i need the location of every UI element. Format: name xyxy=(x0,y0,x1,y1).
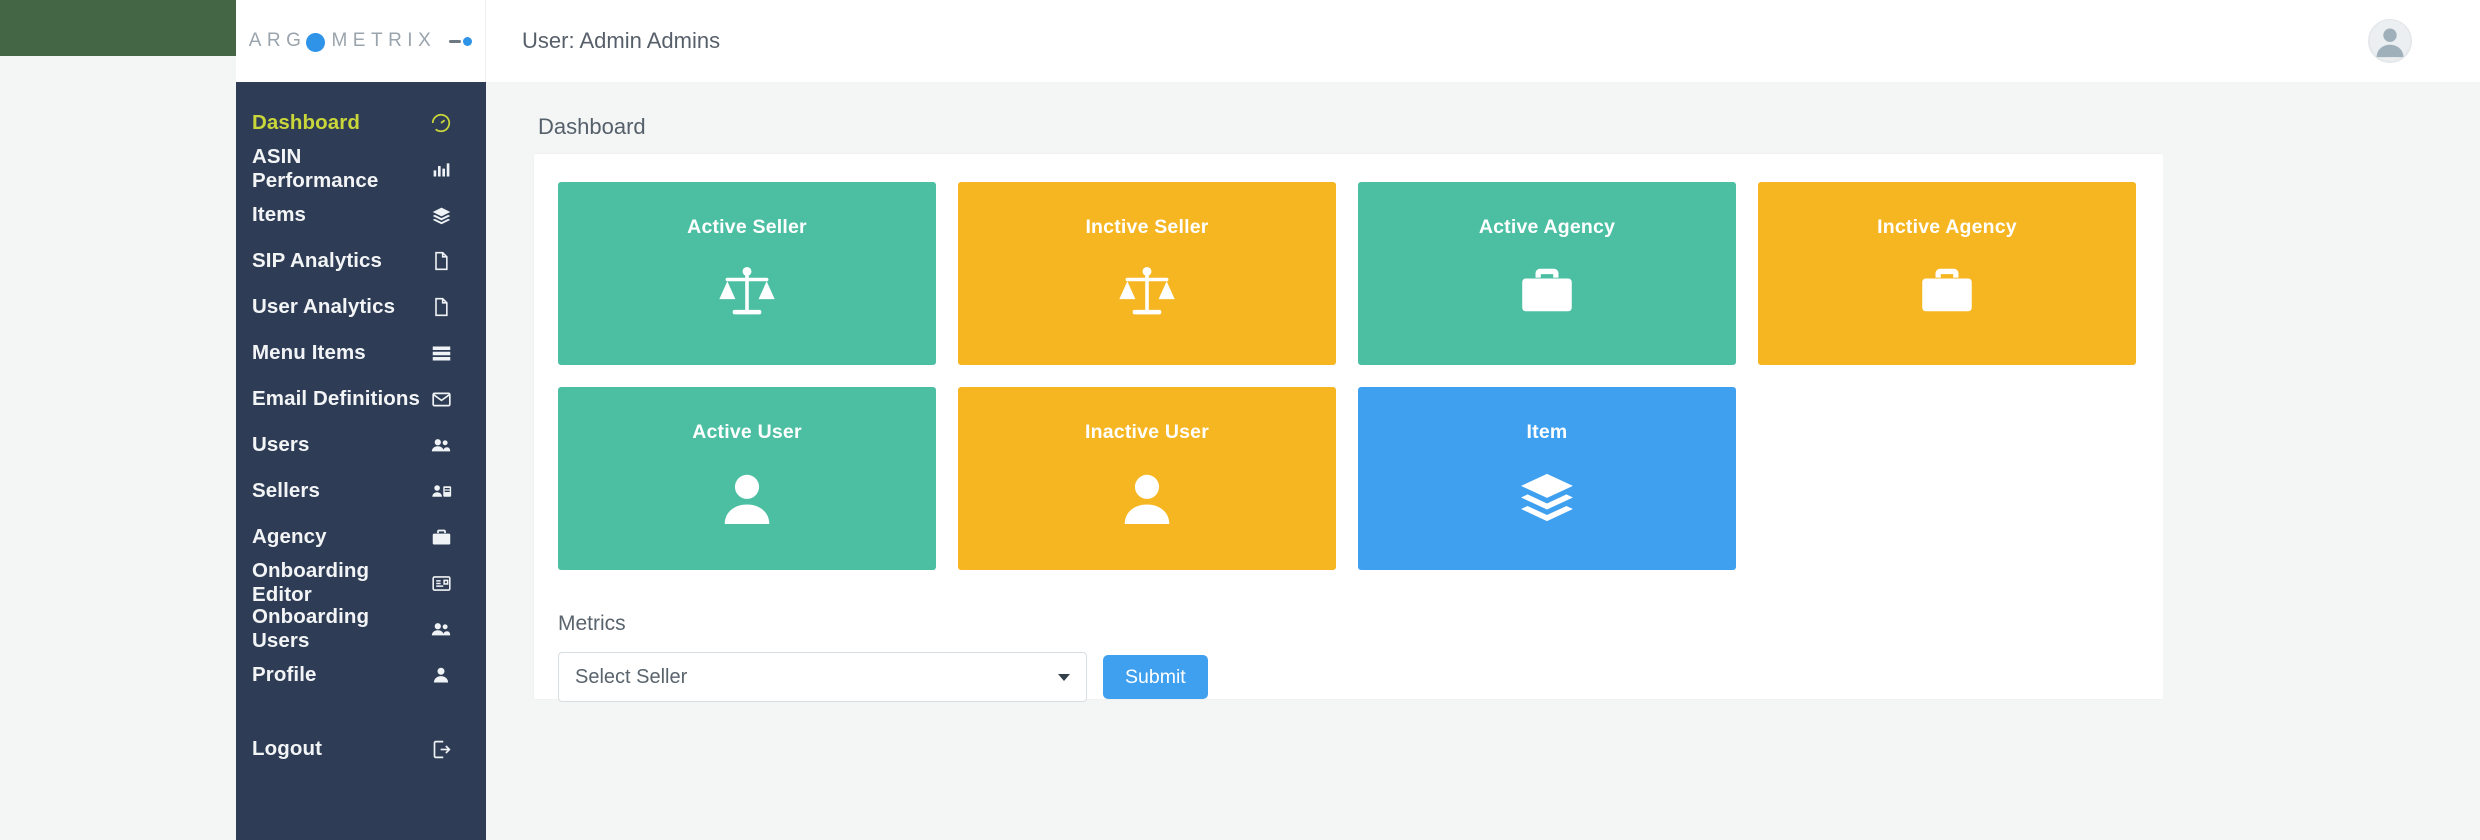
sidebar-item-users[interactable]: Users xyxy=(236,422,486,468)
stat-tile-label: Active Agency xyxy=(1479,216,1615,239)
sidebar-item-items[interactable]: Items xyxy=(236,192,486,238)
logout-icon xyxy=(429,737,453,761)
sidebar-spacer xyxy=(236,698,486,726)
sidebar-item-sellers[interactable]: Sellers xyxy=(236,468,486,514)
briefcase-icon xyxy=(1520,267,1574,313)
stat-tile-grid: Active Seller Inctive Seller xyxy=(534,154,2163,570)
sidebar-item-sip-analytics[interactable]: SIP Analytics xyxy=(236,238,486,284)
user-avatar-icon[interactable] xyxy=(2368,19,2412,63)
sidebar-item-agency[interactable]: Agency xyxy=(236,514,486,560)
person-icon xyxy=(429,663,453,687)
stat-tile-label: Inctive Seller xyxy=(1085,216,1208,239)
briefcase-icon xyxy=(1920,267,1974,313)
page-left-margin xyxy=(0,56,236,840)
collapse-sidebar-icon[interactable] xyxy=(449,37,472,46)
sidebar-item-asin-performance[interactable]: ASIN Performance xyxy=(236,146,486,192)
seller-select[interactable]: Select Seller xyxy=(558,652,1087,702)
seller-select-value: Select Seller xyxy=(575,666,687,689)
sidebar-item-label: User Analytics xyxy=(252,295,395,319)
stat-tile-active-agency[interactable]: Active Agency xyxy=(1358,182,1736,365)
stat-tile-label: Inctive Agency xyxy=(1877,216,2017,239)
users-icon xyxy=(429,433,453,457)
seller-badge-icon xyxy=(429,479,453,503)
sidebar-item-label: Sellers xyxy=(252,479,320,503)
current-user-text: User: Admin Admins xyxy=(522,28,720,54)
person-icon xyxy=(721,472,773,524)
sidebar-item-label: SIP Analytics xyxy=(252,249,382,273)
layers-icon xyxy=(1519,472,1575,522)
layers-icon xyxy=(429,203,453,227)
stat-tile-label: Active Seller xyxy=(687,216,807,239)
metrics-form-row: Select Seller Submit xyxy=(558,652,2139,702)
sidebar-item-label: Email Definitions xyxy=(252,387,420,411)
sidebar-item-label: Onboarding Users xyxy=(252,605,429,653)
logo-letter-o-dot xyxy=(306,33,325,52)
stat-tile-active-user[interactable]: Active User xyxy=(558,387,936,570)
logo-letter-a: A xyxy=(249,30,266,52)
stat-tile-label: Item xyxy=(1527,421,1568,444)
logo-letter-r: R xyxy=(267,30,285,52)
document-icon xyxy=(429,295,453,319)
speedometer-icon xyxy=(429,111,453,135)
topbar: A R G M E T R I X User: Admin Admins xyxy=(236,0,2480,82)
logo-letter-e: E xyxy=(353,30,370,52)
current-user-label: User: Admin Admins xyxy=(486,0,2300,82)
envelope-icon xyxy=(429,387,453,411)
sidebar-item-label: Items xyxy=(252,203,306,227)
bar-chart-icon xyxy=(430,157,453,181)
logo-letter-x: X xyxy=(418,30,435,52)
stat-tile-label: Inactive User xyxy=(1085,421,1209,444)
metrics-label: Metrics xyxy=(558,612,2139,636)
stat-tile-inctive-agency[interactable]: Inctive Agency xyxy=(1758,182,2136,365)
stat-tile-active-seller[interactable]: Active Seller xyxy=(558,182,936,365)
stat-tile-inactive-user[interactable]: Inactive User xyxy=(958,387,1336,570)
sidebar-item-onboarding-editor[interactable]: Onboarding Editor xyxy=(236,560,486,606)
page-right-margin xyxy=(2163,82,2480,840)
argometrix-logo: A R G M E T R I X xyxy=(249,30,436,52)
sidebar-item-label: Users xyxy=(252,433,310,457)
logo-letter-g: G xyxy=(286,30,305,52)
app-root: A R G M E T R I X User: Admin Admins xyxy=(0,0,2480,840)
document-icon xyxy=(429,249,453,273)
avatar-area[interactable] xyxy=(2300,0,2480,82)
stat-tile-inctive-seller[interactable]: Inctive Seller xyxy=(958,182,1336,365)
sidebar-item-label: Agency xyxy=(252,525,327,549)
submit-button[interactable]: Submit xyxy=(1103,655,1208,699)
logo-letter-m: M xyxy=(331,30,351,52)
sidebar-item-label: Menu Items xyxy=(252,341,366,365)
grid-list-icon xyxy=(429,341,453,365)
users-icon xyxy=(429,617,453,641)
sidebar-item-profile[interactable]: Profile xyxy=(236,652,486,698)
scales-icon xyxy=(1118,267,1176,317)
sidebar-item-label: ASIN Performance xyxy=(252,145,430,193)
sidebar-item-label: Logout xyxy=(252,737,322,761)
stat-tile-label: Active User xyxy=(692,421,802,444)
sidebar-item-email-definitions[interactable]: Email Definitions xyxy=(236,376,486,422)
chevron-down-icon xyxy=(1058,674,1070,681)
sidebar-item-label: Dashboard xyxy=(252,111,360,135)
sidebar-item-dashboard[interactable]: Dashboard xyxy=(236,100,486,146)
brand-area[interactable]: A R G M E T R I X xyxy=(236,0,486,82)
person-icon xyxy=(1121,472,1173,524)
sidebar-item-onboarding-users[interactable]: Onboarding Users xyxy=(236,606,486,652)
sidebar-item-menu-items[interactable]: Menu Items xyxy=(236,330,486,376)
metrics-section: Metrics Select Seller Submit xyxy=(534,570,2163,702)
dashboard-panel: Active Seller Inctive Seller xyxy=(534,154,2163,699)
sidebar-item-logout[interactable]: Logout xyxy=(236,726,486,772)
logo-letter-t: T xyxy=(371,30,387,52)
logo-letter-i: I xyxy=(407,30,417,52)
logo-letter-r2: R xyxy=(388,30,406,52)
scales-icon xyxy=(718,267,776,317)
sidebar-item-label: Profile xyxy=(252,663,317,687)
stat-tile-item[interactable]: Item xyxy=(1358,387,1736,570)
id-card-icon xyxy=(430,571,453,595)
sidebar-item-label: Onboarding Editor xyxy=(252,559,430,607)
briefcase-icon xyxy=(429,525,453,549)
sidebar-item-user-analytics[interactable]: User Analytics xyxy=(236,284,486,330)
sidebar-nav: Dashboard ASIN Performance Items xyxy=(236,82,486,840)
